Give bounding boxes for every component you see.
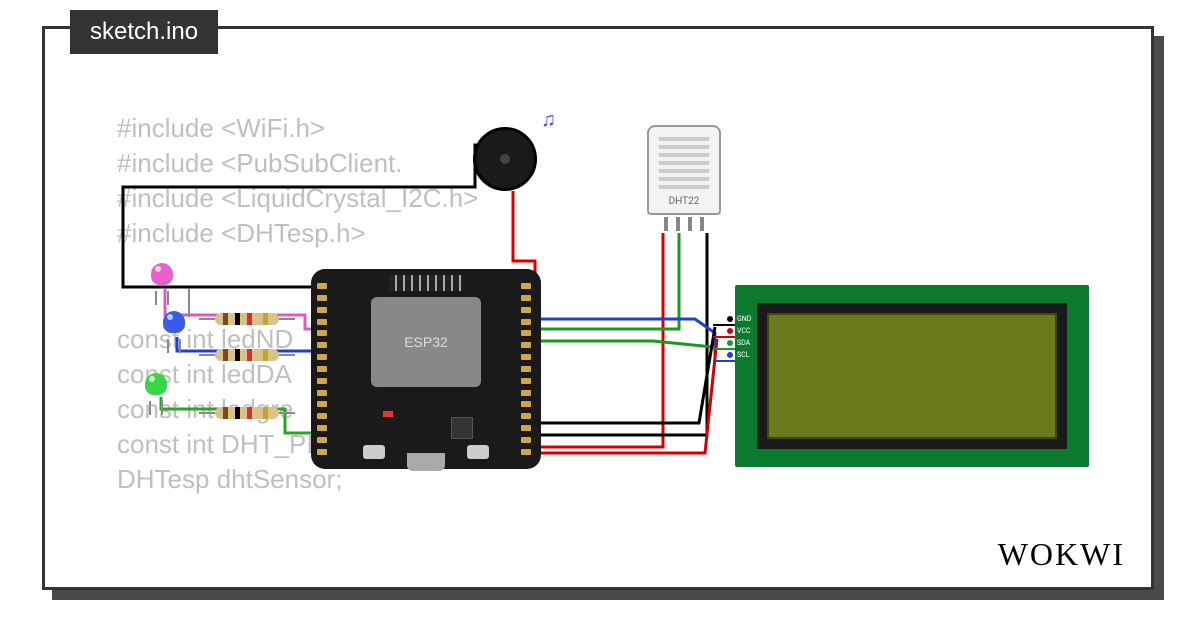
usb-port-icon — [407, 453, 445, 471]
esp32-button-en[interactable] — [363, 445, 385, 459]
dht22-sensor[interactable]: DHT22 — [647, 125, 721, 231]
esp32-button-boot[interactable] — [467, 445, 489, 459]
project-card: #include <WiFi.h> #include <PubSubClient… — [42, 26, 1154, 590]
dht22-grille-icon — [659, 137, 709, 189]
lcd-pin-label: SDA — [737, 339, 750, 347]
buzzer-body-icon — [473, 127, 537, 191]
resistor[interactable] — [215, 407, 279, 419]
lcd-pin-label: VCC — [737, 327, 751, 335]
esp32-antenna — [389, 275, 463, 291]
pin-row-left[interactable] — [317, 283, 331, 455]
lcd-pin-label: SCL — [737, 351, 749, 359]
esp32-label: ESP32 — [404, 334, 448, 350]
pin-row-right[interactable] — [521, 283, 535, 455]
power-led-icon — [383, 411, 393, 417]
led-bulb-icon — [163, 311, 185, 333]
led-legs-icon — [149, 401, 163, 415]
led-bulb-icon — [151, 263, 173, 285]
lcd-i2c-header: GND VCC SDA SCL — [709, 315, 733, 359]
circuit-diagram[interactable]: ESP32 ♫ D — [45, 29, 1151, 587]
buzzer[interactable] — [473, 127, 537, 191]
esp32-shield: ESP32 — [371, 297, 481, 387]
dht22-pins — [647, 217, 721, 231]
lcd-pin-label: GND — [737, 315, 751, 323]
file-tab[interactable]: sketch.ino — [70, 10, 218, 54]
led-blue[interactable] — [163, 311, 185, 341]
lcd-screen — [757, 303, 1067, 449]
music-note-icon: ♫ — [541, 107, 556, 132]
resistor[interactable] — [215, 313, 279, 325]
wokwi-logo: WOKWI — [998, 536, 1125, 573]
led-green[interactable] — [145, 373, 167, 403]
dht22-label: DHT22 — [649, 196, 719, 207]
mcu-chip-icon — [451, 417, 473, 439]
resistor[interactable] — [215, 349, 279, 361]
lcd-2004[interactable]: GND VCC SDA SCL — [735, 285, 1089, 467]
dht22-body: DHT22 — [647, 125, 721, 215]
led-bulb-icon — [145, 373, 167, 395]
file-tab-label: sketch.ino — [90, 18, 198, 45]
led-legs-icon — [167, 339, 181, 353]
esp32-board[interactable]: ESP32 — [311, 269, 541, 469]
led-legs-icon — [155, 291, 169, 305]
led-pink[interactable] — [151, 263, 173, 293]
